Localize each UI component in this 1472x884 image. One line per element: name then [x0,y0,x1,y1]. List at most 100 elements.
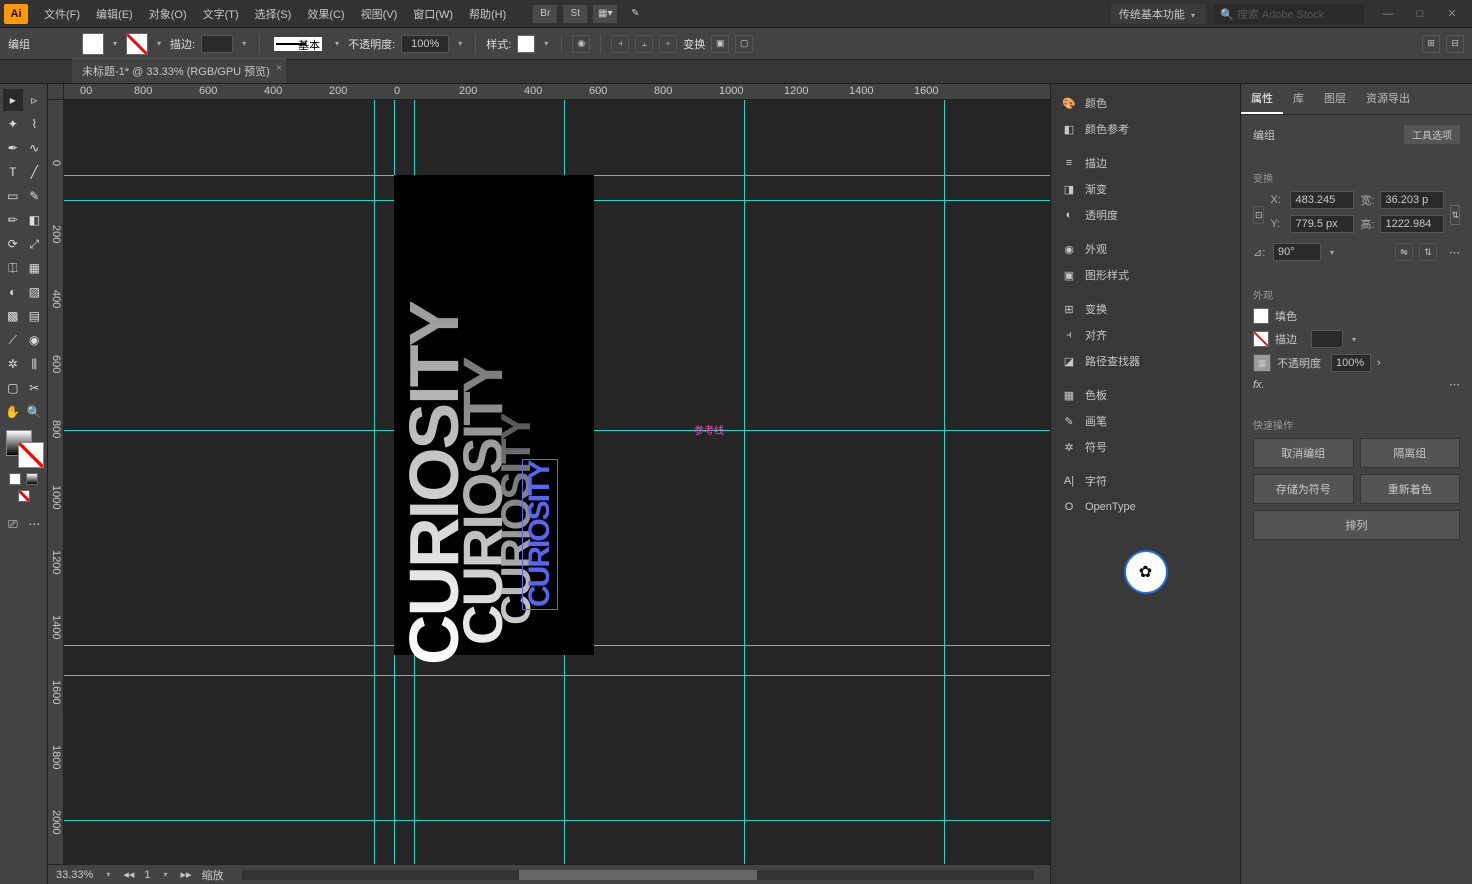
feedback-icon[interactable]: ✎ [623,5,647,23]
stroke-dropdown-icon[interactable]: ▾ [154,39,164,48]
rotate-tool[interactable]: ⟳ [3,233,23,255]
panel-opentype[interactable]: OOpenType [1051,494,1240,520]
ruler-horizontal[interactable]: 00 800 600 400 200 0 200 400 600 800 100… [64,84,1050,100]
stroke-swatch[interactable] [126,33,148,55]
mesh-tool[interactable]: ▩ [3,305,23,327]
shape-builder-tool[interactable]: ◐ [3,281,23,303]
width-input[interactable]: 36.203 p [1380,191,1444,209]
color-mode-icon[interactable] [9,473,21,485]
panel-pathfinder[interactable]: ◪路径查找器 [1051,348,1240,374]
stroke-color-swatch[interactable] [18,442,44,468]
appearance-more-icon[interactable]: ⋯ [1449,378,1460,391]
x-input[interactable]: 483.245 [1290,191,1354,209]
menu-window[interactable]: 窗口(W) [405,2,461,26]
fill-swatch-prop[interactable] [1253,308,1269,324]
more-options-icon[interactable]: ⋯ [1449,246,1460,259]
slice-tool[interactable]: ✂ [25,377,45,399]
panel-graphic-styles[interactable]: ▣图形样式 [1051,262,1240,288]
panel-snap-icon[interactable]: ⊞ [1422,35,1440,53]
window-close-icon[interactable]: ✕ [1438,4,1466,24]
guide-vertical[interactable] [374,100,375,864]
bridge-icon[interactable]: Br [533,5,557,23]
curvature-tool[interactable]: ∿ [25,137,45,159]
guide-horizontal[interactable] [64,820,1050,821]
symbol-sprayer-tool[interactable]: ✲ [3,353,23,375]
stroke-profile-preview[interactable]: 基本 [274,37,322,51]
lasso-tool[interactable]: ⌇ [25,113,45,135]
flip-vertical-icon[interactable]: ⇅ [1419,243,1437,261]
menu-object[interactable]: 对象(O) [141,2,195,26]
artboard-nav-next-icon[interactable]: ▸▸ [181,868,192,881]
ruler-vertical[interactable]: 0 200 400 600 800 1000 1200 1400 1600 18… [48,100,64,884]
reference-point-icon[interactable]: ⊡ [1253,206,1264,224]
align-center-icon[interactable]: ⫠ [635,35,653,53]
guide-vertical[interactable] [744,100,745,864]
qa-recolor-button[interactable]: 重新着色 [1360,474,1461,504]
menu-edit[interactable]: 编辑(E) [88,2,141,26]
none-mode-icon[interactable] [18,490,30,502]
type-tool[interactable]: T [3,161,23,183]
menu-type[interactable]: 文字(T) [195,2,247,26]
screen-mode-icon[interactable]: ⎚ [3,513,23,535]
panel-color-guide[interactable]: ◧颜色参考 [1051,116,1240,142]
panel-transform[interactable]: ⊞变换 [1051,296,1240,322]
blend-tool[interactable]: ◉ [25,329,45,351]
horizontal-scrollbar[interactable] [242,870,1034,880]
panel-transparency[interactable]: ◐透明度 [1051,202,1240,228]
menu-select[interactable]: 选择(S) [247,2,300,26]
stroke-width-input[interactable] [201,35,233,53]
artwork-text-selected[interactable]: CURIOSITY [522,459,558,610]
window-maximize-icon[interactable]: □ [1406,4,1434,24]
scale-tool[interactable]: ⤢ [25,233,45,255]
artboard[interactable]: CURIOSITY CURIOSITY CURIOSITY CURIOSITY [394,175,594,655]
qa-save-symbol-button[interactable]: 存储为符号 [1253,474,1354,504]
eyedropper-tool[interactable]: ⟋ [3,329,23,351]
status-nav-label[interactable]: 缩放 [202,867,224,883]
artboard-number[interactable]: 1 [144,869,150,881]
workspace-switcher[interactable]: 传统基本功能 ▾ [1111,4,1206,24]
width-tool[interactable]: ⎅ [3,257,23,279]
tab-layers[interactable]: 图层 [1314,84,1356,114]
panel-color[interactable]: 🎨颜色 [1051,90,1240,116]
stock-icon[interactable]: St [563,5,587,23]
zoom-level[interactable]: 33.33% [56,869,93,881]
panel-stroke[interactable]: ≡描边 [1051,150,1240,176]
artboard-nav-prev-icon[interactable]: ◂◂ [123,868,134,881]
search-stock-input[interactable]: 🔍 搜索 Adobe Stock [1214,4,1364,24]
align-right-icon[interactable]: ⫟ [659,35,677,53]
panel-appearance[interactable]: ◉外观 [1051,236,1240,262]
panel-character[interactable]: A|字符 [1051,468,1240,494]
isolate-icon[interactable]: ▣ [711,35,729,53]
fill-dropdown-icon[interactable]: ▾ [110,39,120,48]
zoom-tool[interactable]: 🔍 [25,401,45,423]
hand-tool[interactable]: ✋ [3,401,23,423]
pen-tool[interactable]: ✒ [3,137,23,159]
qa-isolate-button[interactable]: 隔离组 [1360,438,1461,468]
tab-close-icon[interactable]: × [276,63,282,74]
panel-brushes[interactable]: ✎画笔 [1051,408,1240,434]
recolor-icon[interactable]: ◉ [572,35,590,53]
y-input[interactable]: 779.5 px [1290,215,1354,233]
rectangle-tool[interactable]: ▭ [3,185,23,207]
window-minimize-icon[interactable]: — [1374,4,1402,24]
panel-swatches[interactable]: ▦色板 [1051,382,1240,408]
stroke-weight-input[interactable] [1311,330,1343,348]
paintbrush-tool[interactable]: ✎ [25,185,45,207]
menu-file[interactable]: 文件(F) [36,2,88,26]
arrange-docs-icon[interactable]: ▦▾ [593,5,617,23]
perspective-grid-tool[interactable]: ▨ [25,281,45,303]
align-left-icon[interactable]: ⫞ [611,35,629,53]
fx-button[interactable]: fx. [1253,379,1265,391]
guide-vertical[interactable] [944,100,945,864]
opacity-value-input[interactable]: 100% [1331,354,1371,372]
column-graph-tool[interactable]: ⫼ [25,353,45,375]
edit-toolbar-icon[interactable]: ⋯ [25,513,45,535]
line-segment-tool[interactable]: ╱ [25,161,45,183]
panel-dock-icon[interactable]: ⊟ [1446,35,1464,53]
flip-horizontal-icon[interactable]: ⇋ [1395,243,1413,261]
gradient-tool[interactable]: ▤ [25,305,45,327]
ruler-origin[interactable] [48,84,64,100]
guide-horizontal[interactable] [64,675,1050,676]
opacity-input[interactable] [401,35,449,53]
menu-effect[interactable]: 效果(C) [299,2,352,26]
